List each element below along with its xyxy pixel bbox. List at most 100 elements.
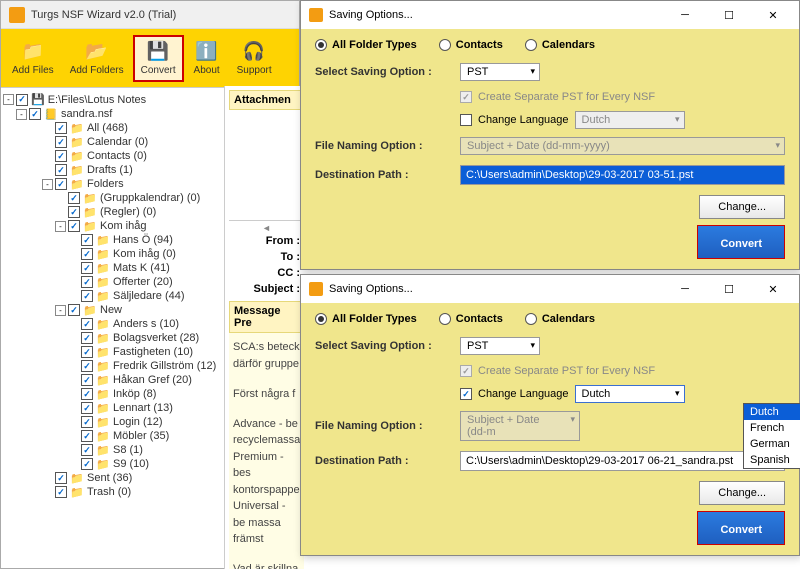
checkbox[interactable] xyxy=(55,178,67,190)
folder-icon: 📁 xyxy=(96,276,110,288)
expand-icon[interactable]: - xyxy=(55,221,66,232)
convert-icon: 💾 xyxy=(144,41,172,63)
radio-all-folders[interactable]: All Folder Types xyxy=(315,313,417,325)
checkbox[interactable] xyxy=(55,150,67,162)
checkbox[interactable] xyxy=(81,276,93,288)
separate-pst-checkbox[interactable] xyxy=(460,91,472,103)
change-language-checkbox[interactable] xyxy=(460,114,472,126)
folder-icon: 📁 xyxy=(96,444,110,456)
language-select[interactable]: Dutch xyxy=(575,111,685,129)
folder-icon: 📁 xyxy=(96,416,110,428)
checkbox[interactable] xyxy=(55,472,67,484)
separate-pst-label: Create Separate PST for Every NSF xyxy=(478,365,655,377)
checkbox[interactable] xyxy=(29,108,41,120)
language-option[interactable]: French xyxy=(744,420,800,436)
from-label: From : xyxy=(229,233,304,249)
separate-pst-checkbox[interactable] xyxy=(460,365,472,377)
folder-icon: 📁 xyxy=(96,346,110,358)
checkbox[interactable] xyxy=(81,374,93,386)
language-select[interactable]: Dutch xyxy=(575,385,685,403)
checkbox[interactable] xyxy=(81,416,93,428)
checkbox[interactable] xyxy=(55,164,67,176)
close-button[interactable]: ✕ xyxy=(751,2,795,28)
folder-icon: 📁 xyxy=(96,430,110,442)
radio-calendars[interactable]: Calendars xyxy=(525,313,595,325)
saving-format-select[interactable]: PST xyxy=(460,337,540,355)
window-controls: ─ ☐ ✕ xyxy=(663,2,795,28)
file-naming-select[interactable]: Subject + Date (dd-mm-yyyy) xyxy=(460,137,785,155)
checkbox[interactable] xyxy=(81,360,93,372)
checkbox[interactable] xyxy=(81,444,93,456)
language-option[interactable]: Spanish xyxy=(744,452,800,468)
checkbox[interactable] xyxy=(68,220,80,232)
dialog-icon xyxy=(309,282,323,296)
checkbox[interactable] xyxy=(55,136,67,148)
radio-contacts[interactable]: Contacts xyxy=(439,313,503,325)
checkbox[interactable] xyxy=(81,248,93,260)
checkbox[interactable] xyxy=(81,430,93,442)
checkbox[interactable] xyxy=(81,234,93,246)
radio-contacts[interactable]: Contacts xyxy=(439,39,503,51)
preview-pane: Attachmen ◄ From : To : CC : Subject : M… xyxy=(224,86,308,569)
convert-button[interactable]: 💾 Convert xyxy=(133,35,184,82)
checkbox[interactable] xyxy=(81,402,93,414)
checkbox[interactable] xyxy=(55,486,67,498)
app-title: Turgs NSF Wizard v2.0 (Trial) xyxy=(31,9,176,21)
minimize-button[interactable]: ─ xyxy=(663,2,707,28)
change-language-label: Change Language xyxy=(478,114,569,126)
select-saving-label: Select Saving Option : xyxy=(315,66,460,78)
nsf-icon: 📒 xyxy=(44,108,58,120)
change-path-button[interactable]: Change... xyxy=(699,481,785,505)
checkbox[interactable] xyxy=(81,290,93,302)
change-path-button[interactable]: Change... xyxy=(699,195,785,219)
checkbox[interactable] xyxy=(81,332,93,344)
file-naming-label: File Naming Option : xyxy=(315,140,460,152)
radio-all-folders[interactable]: All Folder Types xyxy=(315,39,417,51)
cc-label: CC : xyxy=(229,265,304,281)
destination-path-input[interactable]: C:\Users\admin\Desktop\29-03-2017 03-51.… xyxy=(460,165,785,185)
checkbox[interactable] xyxy=(68,206,80,218)
add-folders-button[interactable]: 📂 Add Folders xyxy=(63,36,131,81)
radio-calendars[interactable]: Calendars xyxy=(525,39,595,51)
folder-icon: 📁 xyxy=(96,318,110,330)
support-button[interactable]: 🎧 Support xyxy=(230,36,279,81)
folder-icon: 📁 xyxy=(96,262,110,274)
convert-action-button[interactable]: Convert xyxy=(697,225,785,259)
folder-icon: 📁 xyxy=(96,374,110,386)
about-icon: ℹ️ xyxy=(193,41,221,63)
checkbox[interactable] xyxy=(81,388,93,400)
checkbox[interactable] xyxy=(81,346,93,358)
language-option[interactable]: Dutch xyxy=(744,404,800,420)
close-button[interactable]: ✕ xyxy=(751,276,795,302)
folder-icon: 📁 xyxy=(70,472,84,484)
checkbox[interactable] xyxy=(68,304,80,316)
checkbox[interactable] xyxy=(68,192,80,204)
language-dropdown[interactable]: DutchFrenchGermanSpanish xyxy=(743,403,800,469)
destination-path-input[interactable]: C:\Users\admin\Desktop\29-03-2017 06-21_… xyxy=(460,451,785,471)
folder-icon: 📁 xyxy=(70,122,84,134)
convert-action-button[interactable]: Convert xyxy=(697,511,785,545)
checkbox[interactable] xyxy=(81,458,93,470)
checkbox[interactable] xyxy=(16,94,28,106)
expand-icon[interactable]: - xyxy=(3,94,14,105)
maximize-button[interactable]: ☐ xyxy=(707,276,751,302)
add-files-button[interactable]: 📁 Add Files xyxy=(5,36,61,81)
folder-icon: 📁 xyxy=(96,360,110,372)
minimize-button[interactable]: ─ xyxy=(663,276,707,302)
checkbox[interactable] xyxy=(81,262,93,274)
folder-icon: 📁 xyxy=(83,206,97,218)
expand-icon[interactable]: - xyxy=(16,109,27,120)
about-button[interactable]: ℹ️ About xyxy=(186,36,228,81)
checkbox[interactable] xyxy=(81,318,93,330)
language-option[interactable]: German xyxy=(744,436,800,452)
add-folders-icon: 📂 xyxy=(83,41,111,63)
file-naming-select[interactable]: Subject + Date (dd-m xyxy=(460,411,580,441)
change-language-checkbox[interactable] xyxy=(460,388,472,400)
dialog-title: Saving Options... xyxy=(329,283,413,295)
checkbox[interactable] xyxy=(55,122,67,134)
expand-icon[interactable]: - xyxy=(55,305,66,316)
drive-icon: 💾 xyxy=(31,93,45,106)
maximize-button[interactable]: ☐ xyxy=(707,2,751,28)
expand-icon[interactable]: - xyxy=(42,179,53,190)
saving-format-select[interactable]: PST xyxy=(460,63,540,81)
